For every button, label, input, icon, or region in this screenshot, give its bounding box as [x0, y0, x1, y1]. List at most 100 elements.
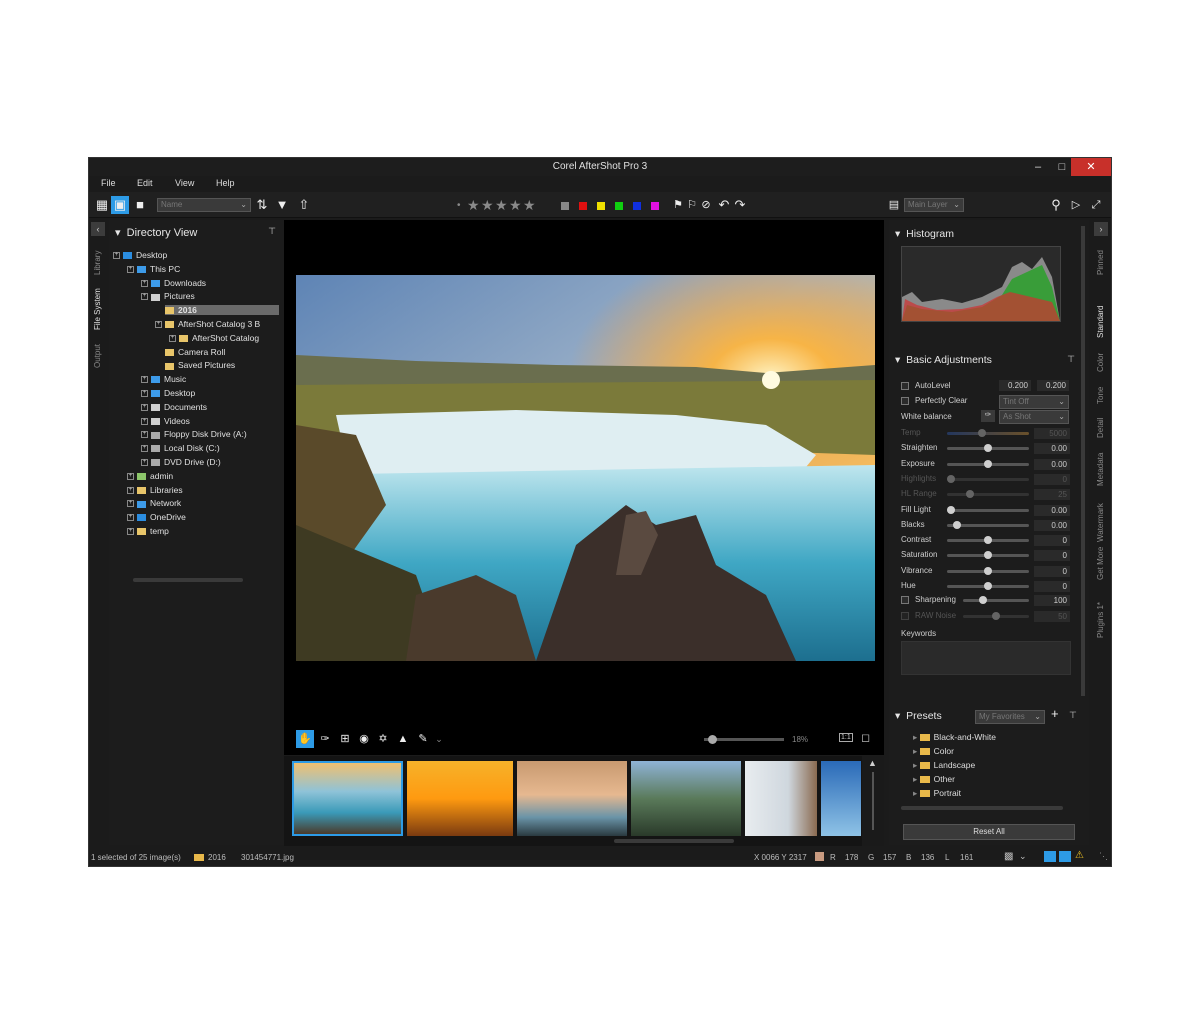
raw-noise-slider[interactable]: [963, 612, 1029, 620]
perfectly-clear-checkbox[interactable]: [901, 397, 909, 405]
chevron-right-icon[interactable]: ▸: [913, 760, 920, 770]
adjustment-slider[interactable]: [947, 490, 1029, 499]
color-label-blue[interactable]: [633, 202, 641, 210]
preset-item[interactable]: ▸ Other: [913, 774, 955, 785]
main-photo[interactable]: [296, 275, 875, 661]
chevron-right-icon[interactable]: ▸: [913, 788, 920, 798]
thumbnail-size-icon[interactable]: ▲: [868, 758, 877, 768]
tree-item[interactable]: AfterShot Catalog: [179, 333, 259, 343]
tree-expander[interactable]: +: [141, 279, 148, 287]
tree-expander[interactable]: +: [141, 376, 148, 384]
color-label-magenta[interactable]: [651, 202, 659, 210]
tree-expander[interactable]: +: [169, 334, 176, 342]
eyedropper-icon[interactable]: ✑: [316, 730, 334, 748]
thumbnail-fox-snow[interactable]: [745, 761, 817, 836]
tree-item[interactable]: Pictures: [151, 291, 195, 301]
right-tab[interactable]: Watermark: [1096, 503, 1105, 542]
slider-value[interactable]: 0: [1034, 535, 1070, 547]
right-tab[interactable]: Tone: [1096, 387, 1105, 404]
tree-item[interactable]: AfterShot Catalog 3 B: [165, 319, 260, 329]
hand-tool-icon[interactable]: ✋: [296, 730, 314, 748]
fit-icon[interactable]: ◻: [861, 731, 870, 744]
eyedropper-icon[interactable]: ✑: [981, 410, 995, 422]
tree-item[interactable]: temp: [137, 526, 169, 536]
tree-item[interactable]: Music: [151, 374, 186, 384]
adjustment-slider[interactable]: [947, 551, 1029, 560]
tree-expander[interactable]: +: [127, 472, 134, 480]
right-tab[interactable]: Standard: [1096, 306, 1105, 338]
tab-library[interactable]: Library: [93, 251, 102, 275]
slider-knob[interactable]: [947, 505, 955, 514]
tree-item[interactable]: Network: [137, 498, 181, 508]
autolevel-value-1[interactable]: 0.200: [999, 380, 1031, 391]
star-icon[interactable]: ★: [509, 197, 522, 214]
slider-value[interactable]: 0.00: [1034, 443, 1070, 455]
crop-icon[interactable]: ⊞: [336, 730, 354, 748]
histogram-header[interactable]: ▾ Histogram: [895, 228, 954, 240]
chevron-right-icon[interactable]: ▸: [913, 774, 920, 784]
tree-item[interactable]: OneDrive: [137, 512, 186, 522]
slider-value[interactable]: 5000: [1034, 428, 1070, 439]
tree-expander[interactable]: +: [127, 514, 134, 522]
adjustment-slider[interactable]: [947, 520, 1029, 529]
presets-combo[interactable]: My Favorites ⌄: [975, 710, 1045, 724]
slider-value[interactable]: 0: [1034, 550, 1070, 562]
resize-grip-icon[interactable]: ⋱: [1099, 851, 1108, 862]
menu-view[interactable]: View: [175, 178, 194, 188]
tree-item[interactable]: Local Disk (C:): [151, 443, 220, 453]
warning-icon[interactable]: ⚠: [1075, 850, 1084, 861]
preset-item[interactable]: ▸ Landscape: [913, 760, 975, 771]
thumbnail-horse-water[interactable]: [517, 761, 627, 836]
chevron-right-icon[interactable]: ▸: [913, 732, 920, 742]
tree-expander[interactable]: +: [141, 459, 148, 466]
autolevel-checkbox[interactable]: [901, 382, 909, 390]
tree-item[interactable]: Downloads: [151, 278, 206, 288]
slider-knob[interactable]: [947, 474, 955, 483]
tree-item[interactable]: Desktop: [123, 250, 167, 260]
collapse-right-icon[interactable]: ›: [1094, 222, 1108, 236]
thumbnail-size-slider[interactable]: [872, 772, 874, 830]
basic-adjustments-header[interactable]: ▾ Basic Adjustments: [895, 354, 992, 366]
sort-direction-icon[interactable]: ⇅: [253, 196, 271, 214]
presets-header[interactable]: ▾ Presets: [895, 710, 942, 722]
thumbnail-canyon-waterfall[interactable]: [631, 761, 741, 836]
slideshow-icon[interactable]: ▷: [1067, 196, 1085, 214]
slider-knob[interactable]: [984, 551, 992, 560]
tree-item[interactable]: 2016: [165, 305, 279, 316]
no-rating-dot-icon[interactable]: •: [457, 200, 461, 211]
adjustment-slider[interactable]: [947, 459, 1029, 468]
right-tab[interactable]: Color: [1096, 353, 1105, 372]
tree-item[interactable]: Documents: [151, 402, 207, 412]
adjustment-slider[interactable]: [947, 505, 1029, 514]
tree-item[interactable]: DVD Drive (D:): [151, 457, 221, 467]
right-tab[interactable]: Detail: [1096, 418, 1105, 438]
star-icon[interactable]: ★: [467, 197, 480, 214]
filter-icon[interactable]: ▼: [273, 196, 291, 214]
flag-clear-icon[interactable]: ⊘: [697, 196, 715, 214]
collapse-left-icon[interactable]: ‹: [91, 222, 105, 236]
preset-item[interactable]: ▸ Color: [913, 746, 954, 757]
split-view-icon[interactable]: ▣: [111, 196, 129, 214]
presets-scrollbar[interactable]: [901, 806, 1063, 810]
rotate-right-icon[interactable]: ↷: [731, 196, 749, 214]
grid-view-icon[interactable]: ▦: [93, 196, 111, 214]
autolevel-value-2[interactable]: 0.200: [1037, 380, 1069, 391]
chevron-right-icon[interactable]: ▸: [913, 746, 920, 756]
color-label-yellow[interactable]: [597, 202, 605, 210]
directory-view-title[interactable]: ▾ Directory View: [115, 226, 197, 239]
tree-item[interactable]: Libraries: [137, 485, 183, 495]
lock-icon[interactable]: [1059, 851, 1071, 862]
chevron-down-icon[interactable]: ⌄: [1019, 851, 1027, 862]
adjustment-slider[interactable]: [947, 582, 1029, 590]
tab-output[interactable]: Output: [93, 344, 102, 368]
star-icon[interactable]: ★: [481, 197, 494, 214]
reset-all-button[interactable]: Reset All: [903, 824, 1075, 840]
slider-value[interactable]: 0: [1034, 581, 1070, 592]
minimize-button[interactable]: –: [1025, 158, 1051, 176]
sharpening-slider[interactable]: [963, 596, 1029, 604]
chevron-down-icon[interactable]: ⌄: [430, 730, 448, 748]
tree-expander[interactable]: +: [141, 293, 148, 301]
red-eye-icon[interactable]: ◉: [355, 730, 373, 748]
tree-item[interactable]: Saved Pictures: [165, 360, 235, 370]
panel-scrollbar[interactable]: [1081, 226, 1085, 696]
